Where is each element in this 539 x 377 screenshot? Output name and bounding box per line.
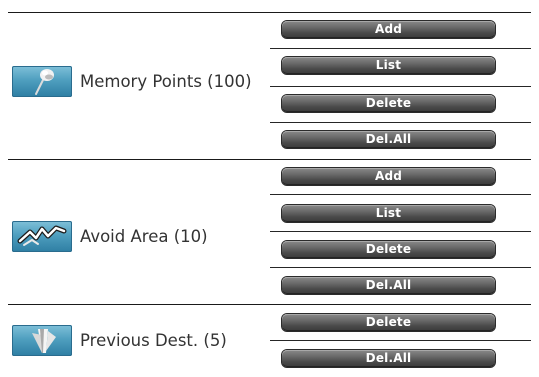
memory-points-label: Memory Points (100) — [80, 71, 252, 91]
section-divider — [8, 159, 531, 160]
previous-dest-icon — [12, 324, 72, 356]
avoid-area-add-button[interactable]: Add — [282, 168, 495, 185]
row-divider — [270, 86, 531, 87]
section-divider — [8, 304, 531, 305]
memory-points-delete-all-button[interactable]: Del.All — [282, 131, 495, 148]
previous-dest-label: Previous Dest. (5) — [80, 330, 227, 350]
previous-dest-delete-all-button[interactable]: Del.All — [282, 350, 495, 367]
avoid-area-list-button[interactable]: List — [282, 205, 495, 222]
memory-points-section: Memory Points (100) — [12, 61, 252, 101]
previous-dest-delete-button[interactable]: Delete — [282, 314, 495, 331]
avoid-area-delete-button[interactable]: Delete — [282, 241, 495, 258]
previous-dest-section: Previous Dest. (5) — [12, 320, 227, 360]
memory-points-add-button[interactable]: Add — [282, 21, 495, 38]
section-divider — [8, 12, 531, 13]
row-divider — [270, 267, 531, 268]
memory-points-list-button[interactable]: List — [282, 57, 495, 74]
memory-points-delete-button[interactable]: Delete — [282, 95, 495, 112]
avoid-area-delete-all-button[interactable]: Del.All — [282, 277, 495, 294]
row-divider — [270, 194, 531, 195]
avoid-area-label: Avoid Area (10) — [80, 226, 208, 246]
row-divider — [270, 231, 531, 232]
avoid-area-section: Avoid Area (10) — [12, 216, 208, 256]
row-divider — [270, 340, 531, 341]
row-divider — [270, 122, 531, 123]
pushpin-icon — [12, 65, 72, 97]
avoid-area-icon — [12, 220, 72, 252]
row-divider — [270, 48, 531, 49]
